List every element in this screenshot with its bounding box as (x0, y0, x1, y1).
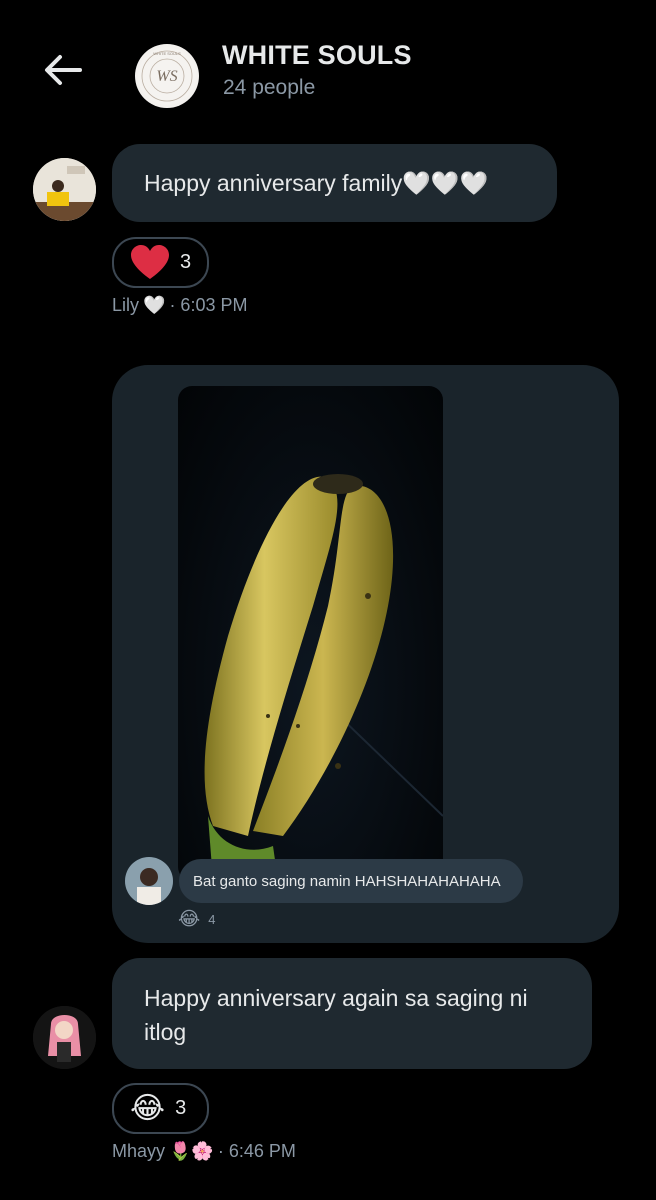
svg-text:WHITE SOULS: WHITE SOULS (153, 51, 181, 56)
user-photo-icon (33, 1006, 96, 1069)
message-meta: Mhayy 🌷🌸 · 6:46 PM (112, 1141, 296, 1162)
shared-photo[interactable] (178, 386, 443, 881)
message-text: Bat ganto saging namin HAHSHAHAHAHAHA (193, 872, 501, 890)
group-avatar[interactable]: WS WHITE SOULS (135, 44, 199, 108)
sender-emoji: 🌷🌸 (169, 1141, 214, 1161)
reaction-count: 4 (208, 912, 216, 927)
reaction-pill[interactable]: 😂 3 (112, 1083, 209, 1134)
reaction-count: 3 (180, 251, 192, 273)
laughing-emoji-icon: 😂 (178, 909, 201, 930)
message-text: Happy anniversary again sa saging ni itl… (144, 985, 528, 1045)
message-bubble[interactable]: Bat ganto saging namin HAHSHAHAHAHAHA (179, 859, 523, 903)
sender-name[interactable]: Lily (112, 295, 139, 316)
reaction-summary[interactable]: 😂 4 (178, 908, 215, 931)
group-logo-icon: WS WHITE SOULS (138, 47, 196, 105)
message-bubble[interactable]: Happy anniversary again sa saging ni itl… (112, 958, 592, 1069)
banana-photo-icon (204, 474, 443, 881)
heart-icon (131, 244, 169, 279)
laughing-emoji-icon: 😂 (130, 1091, 166, 1125)
reaction-pill[interactable]: 3 (112, 237, 209, 288)
sender-name[interactable]: Mhayy (112, 1141, 165, 1162)
arrow-left-icon (45, 55, 82, 85)
sender-emoji: 🤍 (143, 295, 166, 315)
group-member-count: 24 people (223, 76, 316, 99)
message-meta: Lily 🤍 · 6:03 PM (112, 295, 247, 316)
timestamp: · 6:03 PM (169, 295, 248, 315)
timestamp: · 6:46 PM (217, 1141, 296, 1161)
avatar[interactable] (125, 857, 173, 905)
shared-media-card[interactable]: Bat ganto saging namin HAHSHAHAHAHAHA 😂 … (112, 365, 619, 943)
user-photo-icon (33, 158, 96, 221)
back-button[interactable] (40, 50, 86, 90)
svg-text:WS: WS (156, 68, 177, 85)
message-bubble[interactable]: Happy anniversary family🤍🤍🤍 (112, 144, 557, 222)
avatar[interactable] (33, 158, 96, 221)
reaction-count: 3 (175, 1097, 187, 1119)
message-text: Happy anniversary family🤍🤍🤍 (144, 170, 489, 196)
user-photo-icon (125, 857, 173, 905)
group-title: WHITE SOULS (222, 40, 412, 70)
avatar[interactable] (33, 1006, 96, 1069)
